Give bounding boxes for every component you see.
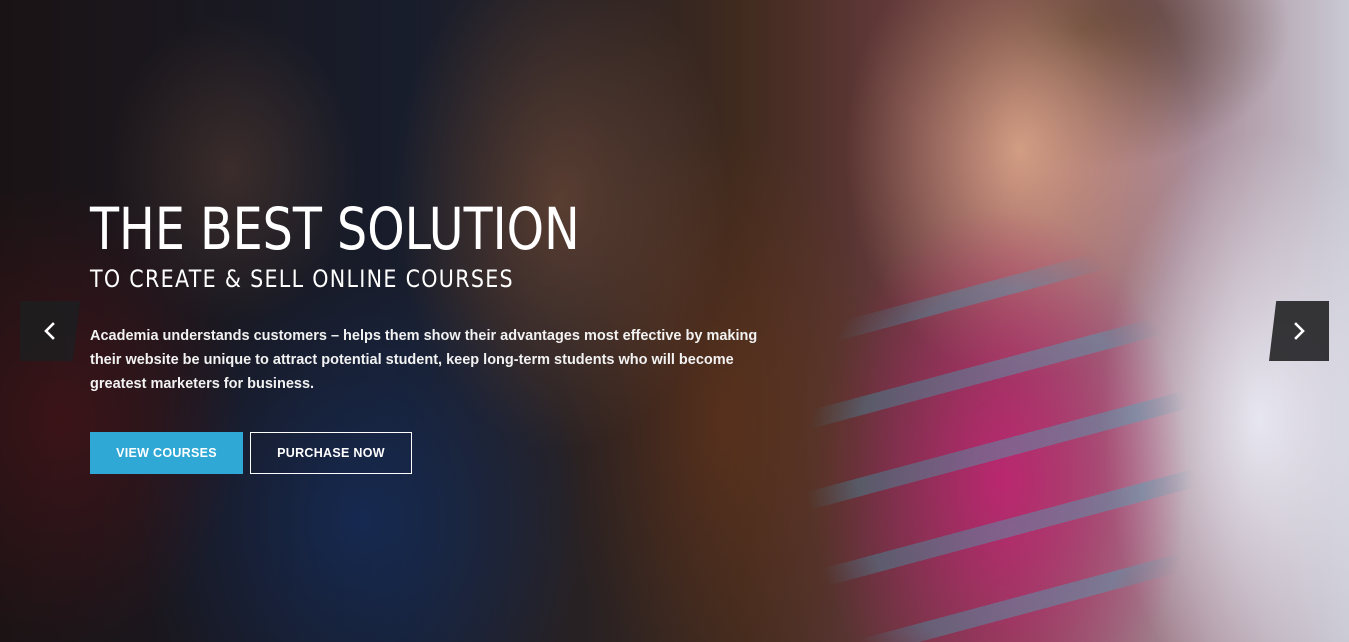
next-slide-button[interactable] — [1269, 301, 1329, 361]
slide-subheadline: TO CREATE & SELL ONLINE COURSES — [90, 265, 514, 293]
slide-headline: THE BEST SOLUTION — [90, 195, 580, 263]
chevron-left-icon — [44, 322, 55, 340]
view-courses-button[interactable]: VIEW COURSES — [90, 432, 243, 474]
slide-content: THE BEST SOLUTION TO CREATE & SELL ONLIN… — [90, 196, 810, 474]
slide-actions: VIEW COURSES PURCHASE NOW — [90, 432, 810, 474]
hero-slider: THE BEST SOLUTION TO CREATE & SELL ONLIN… — [0, 0, 1349, 642]
previous-slide-button[interactable] — [20, 301, 80, 361]
purchase-now-button[interactable]: PURCHASE NOW — [250, 432, 412, 474]
slide-description: Academia understands customers – helps t… — [90, 328, 758, 392]
chevron-right-icon — [1294, 322, 1305, 340]
